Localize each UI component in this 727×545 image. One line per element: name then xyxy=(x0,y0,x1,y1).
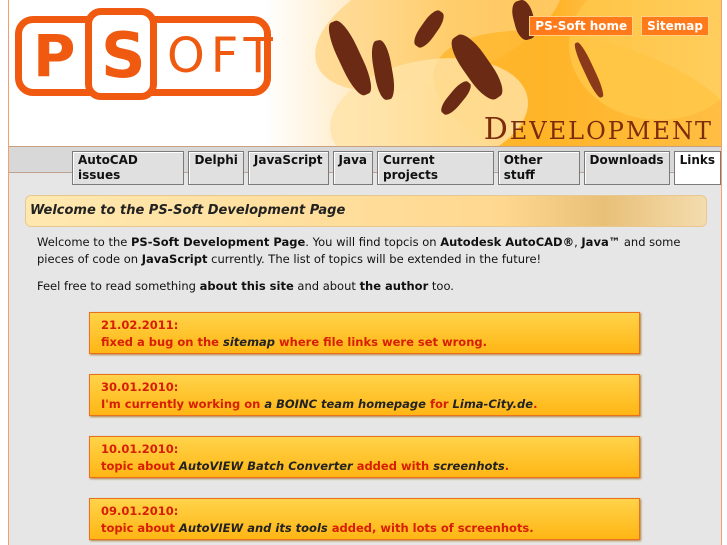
logo-letters-oft: OFT xyxy=(167,28,279,84)
nav-other-stuff[interactable]: Other stuff xyxy=(497,151,580,185)
nav-current-projects[interactable]: Current projects xyxy=(377,151,494,185)
nav-delphi[interactable]: Delphi xyxy=(188,151,244,185)
ps-soft-home-link[interactable]: PS-Soft home xyxy=(529,16,634,36)
news-date: 30.01.2010: xyxy=(101,380,179,394)
nav-java[interactable]: Java xyxy=(332,151,373,185)
news-date: 09.01.2010: xyxy=(101,504,179,518)
sitemap-link[interactable]: Sitemap xyxy=(641,16,709,36)
header-banner: P S OFT PS-Soft home Sitemap DEVELOPMENT xyxy=(9,0,721,147)
about-paragraph: Feel free to read something about this s… xyxy=(37,279,454,293)
sitemap-news-link[interactable]: sitemap xyxy=(223,335,275,349)
news-item: 09.01.2010: topic about AutoVIEW and its… xyxy=(89,498,640,540)
the-author-link[interactable]: the author xyxy=(360,279,429,293)
about-this-site-link[interactable]: about this site xyxy=(200,279,294,293)
nav-javascript[interactable]: JavaScript xyxy=(247,151,329,185)
boinc-homepage-link[interactable]: a BOINC team homepage xyxy=(264,397,426,411)
news-text: topic about AutoVIEW and its tools added… xyxy=(101,521,534,535)
news-item: 21.02.2011: fixed a bug on the sitemap w… xyxy=(89,312,640,354)
page: P S OFT PS-Soft home Sitemap DEVELOPMENT… xyxy=(8,0,722,545)
news-text: fixed a bug on the sitemap where file li… xyxy=(101,335,487,349)
news-text: topic about AutoVIEW Batch Converter add… xyxy=(101,459,510,473)
screenshots-link[interactable]: screenhots xyxy=(433,459,505,473)
autoview-batch-converter-link[interactable]: AutoVIEW Batch Converter xyxy=(179,459,353,473)
news-date: 21.02.2011: xyxy=(101,318,179,332)
news-item: 10.01.2010: topic about AutoVIEW Batch C… xyxy=(89,436,640,478)
logo-letter-p: P xyxy=(33,22,76,90)
nav-links[interactable]: Links xyxy=(673,151,721,185)
intro-paragraph: Welcome to the PS-Soft Development Page.… xyxy=(37,235,681,266)
news-text: I'm currently working on a BOINC team ho… xyxy=(101,397,538,411)
top-links: PS-Soft home Sitemap xyxy=(529,16,709,36)
news-item: 30.01.2010: I'm currently working on a B… xyxy=(89,374,640,416)
logo-letter-s: S xyxy=(101,19,146,92)
news-date: 10.01.2010: xyxy=(101,442,179,456)
page-title: Welcome to the PS-Soft Development Page xyxy=(30,203,346,218)
nav-autocad-issues[interactable]: AutoCAD issues xyxy=(72,151,185,185)
nav-downloads[interactable]: Downloads xyxy=(583,151,670,185)
welcome-heading-bar: Welcome to the PS-Soft Development Page xyxy=(25,195,707,227)
lima-city-link[interactable]: Lima-City.de xyxy=(453,397,534,411)
ps-soft-logo[interactable]: P S OFT xyxy=(15,8,277,100)
main-navigation: AutoCAD issues Delphi JavaScript Java Cu… xyxy=(9,147,721,185)
autoview-tools-link[interactable]: AutoVIEW and its tools xyxy=(179,521,328,535)
development-tagline: DEVELOPMENT xyxy=(483,112,713,147)
